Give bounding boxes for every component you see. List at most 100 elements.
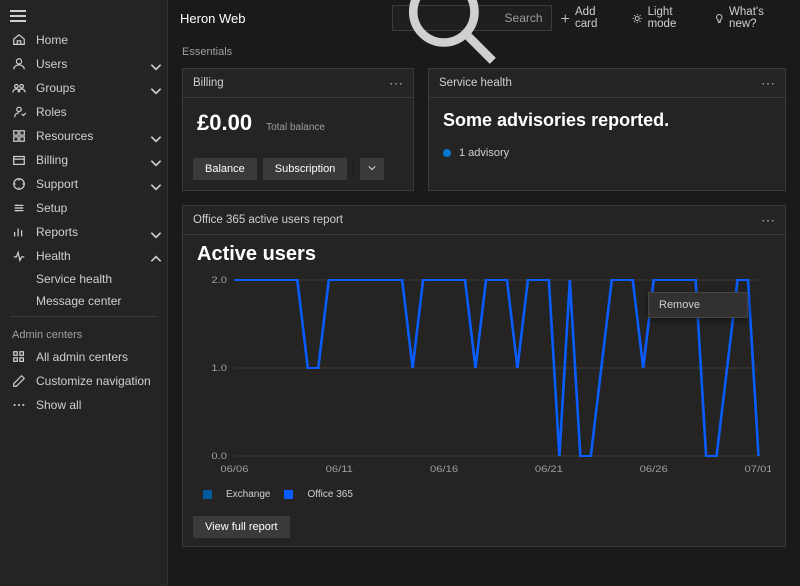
- sidebar-item-label: All admin centers: [36, 350, 128, 364]
- roles-icon: [12, 105, 26, 119]
- home-icon: [12, 33, 26, 47]
- sidebar-item-label: Home: [36, 33, 68, 47]
- sidebar-item-label: Setup: [36, 201, 67, 215]
- remove-menu-item[interactable]: Remove: [648, 292, 748, 318]
- chart-title: Active users: [183, 235, 785, 270]
- status-dot-icon: [443, 149, 451, 157]
- add-card-label: Add card: [575, 6, 612, 30]
- dots-icon: [12, 398, 26, 412]
- sidebar-item-resources[interactable]: Resources: [0, 124, 167, 148]
- chevron-up-icon: [149, 252, 163, 266]
- grid-icon: [12, 350, 26, 364]
- sidebar-item-groups[interactable]: Groups: [0, 76, 167, 100]
- chevron-down-icon: [368, 164, 376, 172]
- sidebar-subitem-message-center[interactable]: Message center: [0, 290, 167, 312]
- sidebar-item-support[interactable]: Support: [0, 172, 167, 196]
- sidebar-item-users[interactable]: Users: [0, 52, 167, 76]
- sidebar-item-setup[interactable]: Setup: [0, 196, 167, 220]
- sidebar-item-health[interactable]: Health: [0, 244, 167, 268]
- sidebar-item-label: Roles: [36, 105, 67, 119]
- plus-icon: [560, 12, 570, 25]
- balance-button[interactable]: Balance: [193, 158, 257, 180]
- sidebar-item-label: Groups: [36, 81, 75, 95]
- sidebar-item-label: Show all: [36, 398, 81, 412]
- group-icon: [12, 81, 26, 95]
- resources-icon: [12, 129, 26, 143]
- svg-text:06/21: 06/21: [535, 465, 563, 475]
- setup-icon: [12, 201, 26, 215]
- chevron-down-icon: [149, 156, 163, 170]
- svg-text:06/16: 06/16: [430, 465, 458, 475]
- billing-icon: [12, 153, 26, 167]
- support-icon: [12, 177, 26, 191]
- sidebar-admin-show-all[interactable]: Show all: [0, 393, 167, 417]
- search-input[interactable]: Search: [392, 5, 552, 31]
- billing-card-menu-icon[interactable]: ⋯: [389, 79, 403, 87]
- add-card-button[interactable]: Add card: [552, 2, 621, 34]
- active-users-card-header: Office 365 active users report: [193, 214, 343, 226]
- active-users-menu-icon[interactable]: ⋯: [761, 216, 775, 224]
- reports-icon: [12, 225, 26, 239]
- service-health-card: Service health ⋯ Some advisories reporte…: [428, 68, 786, 191]
- sun-icon: [632, 12, 643, 25]
- sidebar-subitem-service-health[interactable]: Service health: [0, 268, 167, 290]
- billing-amount: £0.00: [197, 110, 252, 136]
- svg-text:06/06: 06/06: [220, 465, 248, 475]
- service-health-menu-icon[interactable]: ⋯: [761, 79, 775, 87]
- search-placeholder: Search: [505, 11, 543, 25]
- sidebar-item-label: Billing: [36, 153, 68, 167]
- legend-swatch-o365: [284, 490, 293, 499]
- topbar: Heron Web Search Add card Light mode Wha…: [168, 0, 800, 36]
- advisory-row[interactable]: 1 advisory: [443, 147, 771, 159]
- svg-text:06/11: 06/11: [326, 465, 354, 475]
- service-health-title: Service health: [439, 77, 512, 89]
- whats-new-button[interactable]: What's new?: [706, 2, 790, 34]
- sidebar-divider: [10, 316, 157, 317]
- sidebar-item-home[interactable]: Home: [0, 28, 167, 52]
- chevron-down-icon: [149, 228, 163, 242]
- whats-new-label: What's new?: [729, 6, 782, 30]
- svg-text:07/01: 07/01: [744, 465, 771, 475]
- subscription-button[interactable]: Subscription: [263, 158, 348, 180]
- billing-card-title: Billing: [193, 77, 224, 89]
- sidebar-item-label: Users: [36, 57, 67, 71]
- sidebar-item-billing[interactable]: Billing: [0, 148, 167, 172]
- service-health-heading: Some advisories reported.: [443, 110, 771, 131]
- legend-label-o365: Office 365: [307, 489, 352, 500]
- light-mode-label: Light mode: [648, 6, 694, 30]
- admin-centers-label: Admin centers: [0, 321, 167, 345]
- sidebar-item-label: Resources: [36, 129, 93, 143]
- light-mode-button[interactable]: Light mode: [624, 2, 701, 34]
- user-icon: [12, 57, 26, 71]
- essentials-label: Essentials: [182, 46, 786, 58]
- health-icon: [12, 249, 26, 263]
- legend-swatch-exchange: [203, 490, 212, 499]
- active-users-card: Office 365 active users report ⋯ Active …: [182, 205, 786, 547]
- svg-text:06/26: 06/26: [640, 465, 668, 475]
- svg-text:0.0: 0.0: [211, 452, 227, 462]
- remove-label: Remove: [659, 299, 700, 311]
- sidebar-item-label: Health: [36, 249, 71, 263]
- sidebar-item-label: Customize navigation: [36, 374, 151, 388]
- chevron-down-icon: [149, 180, 163, 194]
- chevron-down-icon: [149, 60, 163, 74]
- chart-legend: Exchange Office 365: [183, 489, 785, 508]
- chevron-down-icon: [149, 132, 163, 146]
- menu-toggle-icon[interactable]: [10, 10, 26, 22]
- sidebar-admin-all-admin-centers[interactable]: All admin centers: [0, 345, 167, 369]
- sidebar-item-label: Reports: [36, 225, 78, 239]
- svg-text:2.0: 2.0: [211, 276, 227, 286]
- sidebar-item-roles[interactable]: Roles: [0, 100, 167, 124]
- billing-card: Billing ⋯ £0.00 Total balance Balance Su…: [182, 68, 414, 191]
- pencil-icon: [12, 374, 26, 388]
- advisory-label: 1 advisory: [459, 147, 509, 159]
- svg-text:1.0: 1.0: [211, 364, 227, 374]
- chevron-down-icon: [149, 84, 163, 98]
- app-title: Heron Web: [168, 11, 392, 26]
- subscription-dropdown-button[interactable]: [360, 158, 384, 180]
- view-full-report-button[interactable]: View full report: [193, 516, 290, 538]
- sidebar: Home Users Groups Roles Resources Billing Supp…: [0, 0, 168, 586]
- sidebar-item-reports[interactable]: Reports: [0, 220, 167, 244]
- billing-amount-label: Total balance: [266, 122, 325, 133]
- sidebar-admin-customize-navigation[interactable]: Customize navigation: [0, 369, 167, 393]
